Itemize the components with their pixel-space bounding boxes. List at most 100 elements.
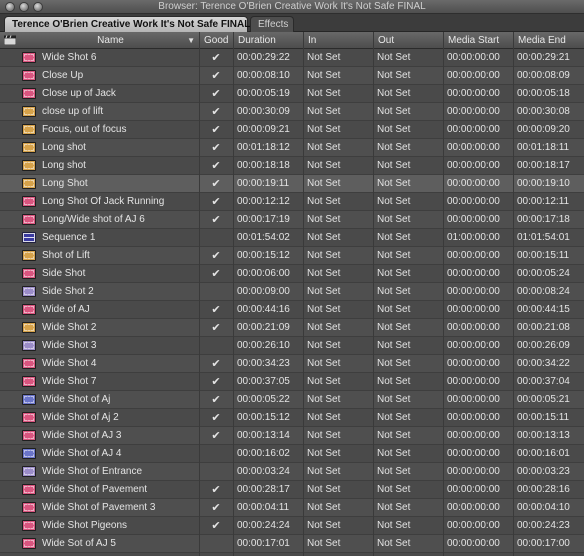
in-cell[interactable]: Not Set [303,535,373,553]
in-cell[interactable]: Not Set [303,283,373,301]
out-cell[interactable]: Not Set [373,229,443,247]
table-row[interactable]: close up of lift ✔ 00:00:30:09 Not Set Not S… [0,103,584,121]
in-cell[interactable]: Not Set [303,85,373,103]
good-cell[interactable]: ✔ [199,427,233,445]
table-row[interactable]: Shot of Lift ✔ 00:00:15:12 Not Set Not Set 00… [0,247,584,265]
out-cell[interactable]: Not Set [373,391,443,409]
in-cell[interactable]: Not Set [303,445,373,463]
table-row[interactable]: Wide Sot of AJ 5 00:00:17:01 Not Set Not Se… [0,535,584,553]
out-cell[interactable]: Not Set [373,103,443,121]
table-row[interactable]: Long shot ✔ 00:00:18:18 Not Set Not Set 00:00… [0,157,584,175]
in-cell[interactable]: Not Set [303,211,373,229]
out-cell[interactable]: Not Set [373,49,443,67]
out-cell[interactable]: Not Set [373,265,443,283]
column-header-duration[interactable]: Duration [233,32,303,49]
good-cell[interactable]: ✔ [199,481,233,499]
good-cell[interactable]: ✔ [199,499,233,517]
in-cell[interactable]: Not Set [303,409,373,427]
out-cell[interactable]: Not Set [373,139,443,157]
table-row[interactable]: Sequence 1 00:01:54:02 Not Set Not Set 01:00… [0,229,584,247]
in-cell[interactable]: Not Set [303,193,373,211]
table-row[interactable]: Wide Shot of Aj ✔ 00:00:05:22 Not Set Not Se… [0,391,584,409]
good-cell[interactable]: ✔ [199,301,233,319]
in-cell[interactable]: Not Set [303,301,373,319]
table-row[interactable]: Wide Shot of Pavement 3 ✔ 00:00:04:11 Not S… [0,499,584,517]
out-cell[interactable]: Not Set [373,517,443,535]
good-cell[interactable]: ✔ [199,265,233,283]
sort-descending-icon[interactable]: ▼ [187,32,195,49]
good-cell[interactable] [199,337,233,355]
table-row[interactable]: Long Shot Of Jack Running ✔ 00:00:12:12 Not… [0,193,584,211]
in-cell[interactable]: Not Set [303,391,373,409]
good-cell[interactable]: ✔ [199,211,233,229]
good-cell[interactable]: ✔ [199,373,233,391]
out-cell[interactable]: Not Set [373,499,443,517]
out-cell[interactable]: Not Set [373,463,443,481]
column-header-name[interactable]: Name ▼ [22,32,199,49]
in-cell[interactable]: Not Set [303,319,373,337]
in-cell[interactable]: Not Set [303,481,373,499]
tab-effects[interactable]: Effects [250,16,294,32]
in-cell[interactable]: Not Set [303,121,373,139]
out-cell[interactable]: Not Set [373,247,443,265]
in-cell[interactable]: Not Set [303,67,373,85]
good-cell[interactable]: ✔ [199,121,233,139]
out-cell[interactable]: Not Set [373,67,443,85]
table-row[interactable]: Side Shot ✔ 00:00:06:00 Not Set Not Set 00:00… [0,265,584,283]
column-header-out[interactable]: Out [373,32,443,49]
in-cell[interactable]: Not Set [303,373,373,391]
table-row[interactable]: Wide Shot of AJ 4 00:00:16:02 Not Set Not S… [0,445,584,463]
good-cell[interactable]: ✔ [199,157,233,175]
table-row[interactable]: Wide Shot of Aj 2 ✔ 00:00:15:12 Not Set Not … [0,409,584,427]
column-header-good[interactable]: Good [199,32,233,49]
table-row[interactable]: Wide Shot of Pavement ✔ 00:00:28:17 Not Set… [0,481,584,499]
in-cell[interactable]: Not Set [303,175,373,193]
good-cell[interactable]: ✔ [199,67,233,85]
good-cell[interactable]: ✔ [199,319,233,337]
in-cell[interactable]: Not Set [303,517,373,535]
in-cell[interactable]: Not Set [303,427,373,445]
out-cell[interactable]: Not Set [373,157,443,175]
table-row[interactable]: Wide Shot 3 00:00:26:10 Not Set Not Set 00:0… [0,337,584,355]
good-cell[interactable]: ✔ [199,139,233,157]
in-cell[interactable]: Not Set [303,247,373,265]
in-cell[interactable]: Not Set [303,463,373,481]
table-row[interactable]: Focus, out of focus ✔ 00:00:09:21 Not Set No… [0,121,584,139]
table-row[interactable]: Long Shot ✔ 00:00:19:11 Not Set Not Set 00:00… [0,175,584,193]
out-cell[interactable]: Not Set [373,319,443,337]
out-cell[interactable]: Not Set [373,121,443,139]
table-row[interactable]: Wide Shot 6 ✔ 00:00:29:22 Not Set Not Set 00:… [0,49,584,67]
table-row[interactable]: Wide Shot 7 ✔ 00:00:37:05 Not Set Not Set 00:… [0,373,584,391]
out-cell[interactable]: Not Set [373,283,443,301]
good-cell[interactable]: ✔ [199,49,233,67]
in-cell[interactable]: Not Set [303,499,373,517]
good-cell[interactable]: ✔ [199,85,233,103]
table-row[interactable]: Close Up ✔ 00:00:08:10 Not Set Not Set 00:00:… [0,67,584,85]
good-cell[interactable]: ✔ [199,103,233,121]
in-cell[interactable]: Not Set [303,355,373,373]
good-cell[interactable]: ✔ [199,391,233,409]
good-cell[interactable]: ✔ [199,175,233,193]
out-cell[interactable]: Not Set [373,481,443,499]
column-header-media-start[interactable]: Media Start [443,32,513,49]
out-cell[interactable]: Not Set [373,193,443,211]
in-cell[interactable]: Not Set [303,265,373,283]
column-header-media-end[interactable]: Media End [513,32,584,49]
table-row[interactable]: Wide Shot of Entrance 00:00:03:24 Not Set N… [0,463,584,481]
out-cell[interactable]: Not Set [373,427,443,445]
in-cell[interactable]: Not Set [303,49,373,67]
good-cell[interactable]: ✔ [199,409,233,427]
table-row[interactable]: Wide Shot Pigeons ✔ 00:00:24:24 Not Set Not … [0,517,584,535]
table-row[interactable]: Wide Shot 4 ✔ 00:00:34:23 Not Set Not Set 00:… [0,355,584,373]
good-cell[interactable]: ✔ [199,247,233,265]
in-cell[interactable]: Not Set [303,103,373,121]
out-cell[interactable]: Not Set [373,301,443,319]
column-header-in[interactable]: In [303,32,373,49]
in-cell[interactable]: Not Set [303,337,373,355]
table-row[interactable]: Wide Shot 2 ✔ 00:00:21:09 Not Set Not Set 00:… [0,319,584,337]
table-row[interactable]: Close up of Jack ✔ 00:00:05:19 Not Set Not S… [0,85,584,103]
out-cell[interactable]: Not Set [373,175,443,193]
out-cell[interactable]: Not Set [373,211,443,229]
good-cell[interactable] [199,229,233,247]
out-cell[interactable]: Not Set [373,337,443,355]
